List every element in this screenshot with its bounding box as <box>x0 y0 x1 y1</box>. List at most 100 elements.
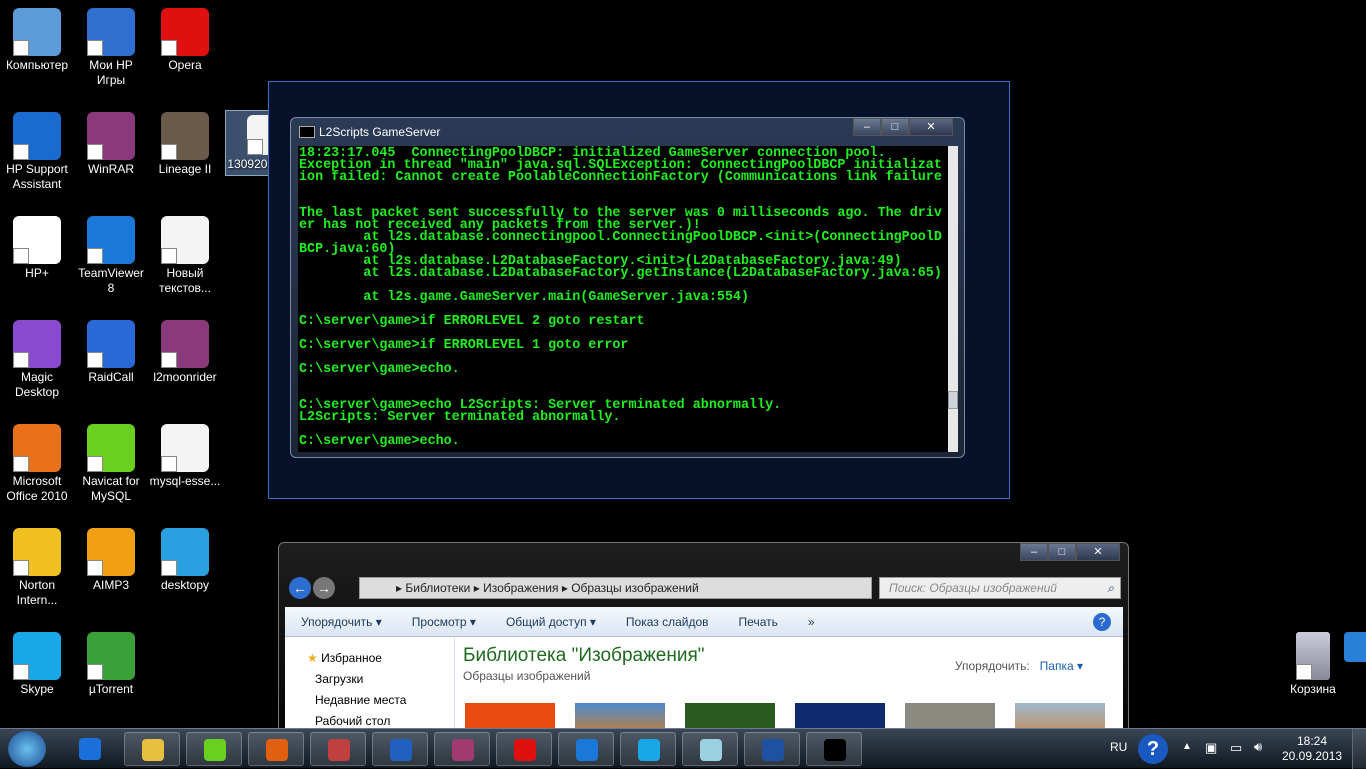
show-hidden-icons[interactable]: ▲ <box>1182 741 1192 752</box>
taskbar-button[interactable] <box>558 732 614 766</box>
desktop-icon-label: Magic Desktop <box>14 370 60 399</box>
arrange-dropdown[interactable]: Папка ▾ <box>1040 659 1083 673</box>
search-input[interactable]: Поиск: Образцы изображений ⌕ <box>879 577 1121 599</box>
explorer-window[interactable]: – □ ✕ ← → ▸ Библиотеки ▸ Изображения ▸ Обра… <box>278 542 1129 733</box>
address-bar[interactable]: ▸ Библиотеки ▸ Изображения ▸ Образцы изо… <box>359 577 872 599</box>
app-icon <box>328 739 350 761</box>
help-icon[interactable]: ? <box>1093 612 1111 631</box>
shortcut-icon <box>13 216 61 264</box>
app-icon <box>266 739 288 761</box>
preview-button[interactable]: Просмотр ▾ <box>412 615 476 629</box>
recycle-bin-icon[interactable]: Корзина <box>1276 632 1350 697</box>
slideshow-button[interactable]: Показ слайдов <box>626 615 709 629</box>
taskbar-button[interactable] <box>186 732 242 766</box>
network-icon[interactable]: ▭ <box>1230 740 1242 756</box>
taskbar-button[interactable] <box>372 732 428 766</box>
shortcut-icon <box>87 632 135 680</box>
desktop-icon[interactable]: Navicat for MySQL <box>74 424 148 504</box>
desktop-icon[interactable]: Norton Intern... <box>0 528 74 608</box>
crumb-libraries[interactable]: Библиотеки <box>405 581 470 595</box>
app-icon <box>142 739 164 761</box>
desktop-icon[interactable]: µTorrent <box>74 632 148 697</box>
taskbar-button[interactable] <box>496 732 552 766</box>
arrange-by[interactable]: Упорядочить: Папка ▾ <box>955 659 1083 673</box>
crumb-images[interactable]: Изображения <box>483 581 558 595</box>
maximize-button[interactable]: □ <box>881 118 909 136</box>
maximize-button[interactable]: □ <box>1048 543 1076 561</box>
nav-favorites[interactable]: ★ Избранное <box>307 651 382 665</box>
desktop-icon-label: mysql-esse... <box>149 474 221 488</box>
taskbar-button[interactable] <box>248 732 304 766</box>
desktop-icon-label: Navicat for MySQL <box>82 474 140 503</box>
desktop-icon-label: Norton Intern... <box>16 578 58 607</box>
desktop-icon[interactable]: TeamViewer 8 <box>74 216 148 296</box>
desktop-icon-label: TeamViewer 8 <box>78 266 144 295</box>
show-desktop-button[interactable] <box>1352 729 1366 769</box>
taskbar-button[interactable] <box>620 732 676 766</box>
scrollbar-thumb[interactable] <box>948 391 958 409</box>
trash-icon <box>1296 632 1330 680</box>
desktop-icon-label: HP+ <box>25 266 49 280</box>
desktop-icon[interactable]: Opera <box>148 8 222 73</box>
desktop-icon[interactable]: Microsoft Office 2010 <box>0 424 74 504</box>
desktop-icon[interactable]: Новый текстов... <box>148 216 222 296</box>
desktop-icon[interactable]: Компьютер <box>0 8 74 73</box>
shortcut-icon <box>161 8 209 56</box>
forward-button[interactable]: → <box>313 577 335 599</box>
volume-icon[interactable]: 🔊︎ <box>1254 739 1262 755</box>
scrollbar[interactable] <box>948 146 958 452</box>
more-button[interactable]: » <box>808 615 815 629</box>
close-button[interactable]: ✕ <box>909 118 953 136</box>
desktop-icon-label: Skype <box>20 682 54 696</box>
minimize-button[interactable]: – <box>853 118 881 136</box>
shortcut-icon <box>13 320 61 368</box>
taskbar-button[interactable] <box>744 732 800 766</box>
desktop-icon[interactable]: mysql-esse... <box>148 424 222 489</box>
nav-recent[interactable]: Недавние места <box>315 693 406 707</box>
nav-downloads[interactable]: Загрузки <box>315 672 363 686</box>
taskbar-button[interactable] <box>682 732 738 766</box>
print-button[interactable]: Печать <box>739 615 778 629</box>
back-button[interactable]: ← <box>289 577 311 599</box>
power-icon[interactable]: ▣ <box>1205 740 1217 756</box>
desktop-icon[interactable]: WinRAR <box>74 112 148 177</box>
desktop-icon[interactable]: Мои HP Игры <box>74 8 148 88</box>
console-output[interactable]: 18:23:17.045 ConnectingPoolDBCP: initial… <box>298 146 948 452</box>
clock[interactable]: 18:24 20.09.2013 <box>1282 734 1342 764</box>
close-button[interactable]: ✕ <box>1076 543 1120 561</box>
organize-button[interactable]: Упорядочить ▾ <box>301 615 382 629</box>
teamviewer-tray-widget[interactable] <box>1344 632 1366 662</box>
taskbar-button[interactable] <box>124 732 180 766</box>
desktop-icon[interactable]: Magic Desktop <box>0 320 74 400</box>
console-window[interactable]: L2Scripts GameServer – □ ✕ 18:23:17.045 Co… <box>290 117 965 458</box>
desktop-icon-label: RaidCall <box>88 370 134 384</box>
desktop-icon[interactable]: l2moonrider <box>148 320 222 385</box>
desktop-icon[interactable]: Skype <box>0 632 74 697</box>
shortcut-icon <box>87 8 135 56</box>
shortcut-icon <box>87 216 135 264</box>
taskbar-button[interactable] <box>806 732 862 766</box>
shortcut-icon <box>161 216 209 264</box>
desktop-icon[interactable]: AIMP3 <box>74 528 148 593</box>
window-title: L2Scripts GameServer <box>319 125 441 139</box>
desktop-icon[interactable]: desktopy <box>148 528 222 593</box>
desktop-icon[interactable]: HP+ <box>0 216 74 281</box>
share-button[interactable]: Общий доступ ▾ <box>506 615 596 629</box>
start-button[interactable] <box>8 731 46 767</box>
desktop-icon[interactable]: RaidCall <box>74 320 148 385</box>
nav-desktop[interactable]: Рабочий стол <box>315 714 390 728</box>
minimize-button[interactable]: – <box>1020 543 1048 561</box>
language-indicator[interactable]: RU <box>1110 740 1127 754</box>
crumb-samples[interactable]: Образцы изображений <box>571 581 698 595</box>
shortcut-icon <box>87 112 135 160</box>
shortcut-icon <box>161 528 209 576</box>
taskbar-button[interactable] <box>310 732 366 766</box>
desktop-icon[interactable]: HP Support Assistant <box>0 112 74 192</box>
desktop-icon[interactable]: Lineage II <box>148 112 222 177</box>
help-tray-icon[interactable]: ? <box>1138 734 1168 764</box>
taskbar-button[interactable] <box>434 732 490 766</box>
desktop-icon-label: Компьютер <box>5 58 69 72</box>
taskbar-button[interactable] <box>62 732 118 766</box>
desktop-icon-label: desktopy <box>160 578 210 592</box>
shortcut-icon <box>13 424 61 472</box>
